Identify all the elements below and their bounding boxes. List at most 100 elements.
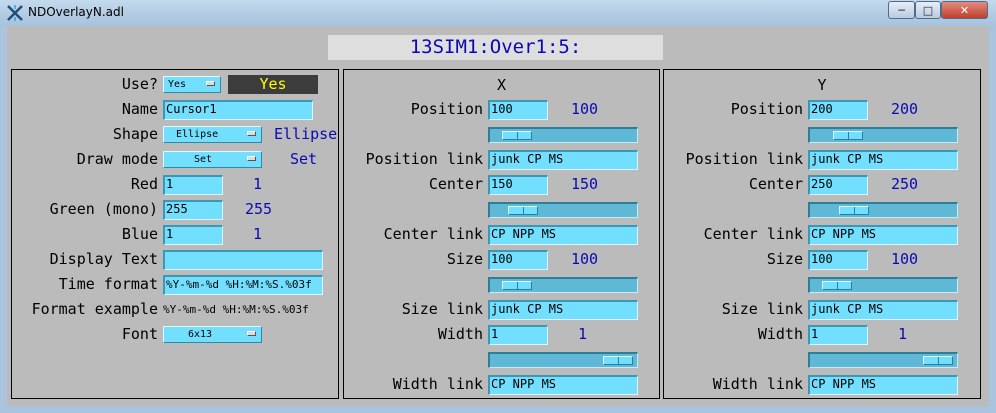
- x-width-link-label: Width link: [392, 375, 483, 393]
- display-text-label: Display Text: [49, 250, 158, 268]
- y-width-slider[interactable]: [808, 352, 958, 368]
- x-center-link-field[interactable]: CP NPP MS: [488, 225, 638, 245]
- maximize-button[interactable]: □: [915, 1, 941, 19]
- font-menu-value: 6x13: [188, 329, 213, 340]
- x-panel-title: X: [496, 76, 507, 94]
- menu-indicator-icon: [247, 156, 256, 161]
- y-center-slider[interactable]: [808, 202, 958, 218]
- red-field[interactable]: 1: [163, 175, 223, 195]
- menu-indicator-icon: [206, 81, 215, 86]
- x-position-link-field[interactable]: junk CP MS: [488, 150, 638, 170]
- y-size-field[interactable]: 100: [808, 250, 868, 270]
- y-size-readback: 100: [891, 250, 919, 268]
- x-position-link-label: Position link: [365, 150, 483, 168]
- window-title: NDOverlayN.adl: [28, 5, 124, 19]
- y-width-readback: 1: [898, 325, 908, 343]
- y-center-field[interactable]: 250: [808, 175, 868, 195]
- minimize-button[interactable]: ─: [888, 1, 915, 19]
- maximize-icon: □: [922, 3, 934, 17]
- shape-menu-value: Ellipse: [176, 129, 219, 140]
- y-size-slider[interactable]: [808, 277, 958, 293]
- time-format-label: Time format: [58, 275, 158, 293]
- slider-thumb[interactable]: [839, 206, 870, 215]
- use-menu[interactable]: Yes: [163, 76, 221, 93]
- y-center-link-label: Center link: [703, 225, 803, 243]
- y-width-link-field[interactable]: CP NPP MS: [808, 375, 958, 395]
- green-label: Green (mono): [49, 200, 158, 218]
- slider-thumb[interactable]: [507, 206, 538, 215]
- slider-thumb[interactable]: [501, 281, 532, 290]
- x-center-readback: 150: [571, 175, 599, 193]
- draw-mode-label: Draw mode: [76, 150, 158, 168]
- blue-field[interactable]: 1: [163, 225, 223, 245]
- menu-indicator-icon: [247, 131, 256, 136]
- window-titlebar[interactable]: NDOverlayN.adl ─ □ ✕: [0, 0, 996, 26]
- name-field[interactable]: Cursor1: [163, 100, 313, 120]
- x-width-slider[interactable]: [488, 352, 638, 368]
- x-center-label: Center: [428, 175, 483, 193]
- blue-label: Blue: [121, 225, 158, 243]
- x-size-link-field[interactable]: junk CP MS: [488, 300, 638, 320]
- green-field[interactable]: 255: [163, 200, 223, 220]
- slider-thumb[interactable]: [501, 131, 532, 140]
- slider-thumb[interactable]: [603, 356, 634, 365]
- shape-menu[interactable]: Ellipse: [163, 126, 262, 143]
- use-readback-box: Yes: [228, 75, 318, 94]
- y-position-link-label: Position link: [685, 150, 803, 168]
- x-size-slider[interactable]: [488, 277, 638, 293]
- y-position-label: Position: [730, 100, 803, 118]
- x-width-field[interactable]: 1: [488, 325, 548, 345]
- x-size-readback: 100: [571, 250, 599, 268]
- y-width-field[interactable]: 1: [808, 325, 868, 345]
- x-position-readback: 100: [571, 100, 599, 118]
- x-position-label: Position: [410, 100, 483, 118]
- format-example-value: %Y-%m-%d %H:%M:%S.%03f: [163, 303, 309, 316]
- y-position-readback: 200: [891, 100, 919, 118]
- minimize-icon: ─: [898, 3, 905, 17]
- app-icon: [7, 5, 23, 21]
- y-position-link-field[interactable]: junk CP MS: [808, 150, 958, 170]
- y-panel-title: Y: [817, 76, 827, 94]
- x-center-link-label: Center link: [383, 225, 483, 243]
- green-readback: 255: [245, 200, 273, 218]
- slider-thumb[interactable]: [923, 356, 954, 365]
- y-width-link-label: Width link: [712, 375, 803, 393]
- x-width-readback: 1: [578, 325, 588, 343]
- shape-label: Shape: [112, 125, 158, 143]
- y-position-slider[interactable]: [808, 127, 958, 143]
- x-position-slider[interactable]: [488, 127, 638, 143]
- close-icon: ✕: [959, 3, 970, 17]
- font-label: Font: [121, 325, 158, 343]
- x-center-field[interactable]: 150: [488, 175, 548, 195]
- y-position-field[interactable]: 200: [808, 100, 868, 120]
- draw-mode-readback: Set: [290, 150, 318, 168]
- y-size-link-label: Size link: [721, 300, 803, 318]
- display-area: 13SIM1:Over1:5: Use? Yes Yes Name Cursor…: [7, 26, 989, 406]
- x-size-field[interactable]: 100: [488, 250, 548, 270]
- pv-title-box: 13SIM1:Over1:5:: [328, 35, 663, 60]
- x-size-label: Size: [446, 250, 483, 268]
- format-example-label: Format example: [31, 300, 158, 318]
- draw-mode-menu[interactable]: Set: [163, 151, 262, 168]
- x-center-slider[interactable]: [488, 202, 638, 218]
- slider-thumb[interactable]: [833, 131, 864, 140]
- draw-mode-menu-value: Set: [194, 154, 213, 165]
- use-label: Use?: [121, 75, 158, 93]
- y-size-label: Size: [766, 250, 803, 268]
- y-width-label: Width: [757, 325, 803, 343]
- menu-indicator-icon: [247, 331, 256, 336]
- x-size-link-label: Size link: [401, 300, 483, 318]
- y-center-link-field[interactable]: CP NPP MS: [808, 225, 958, 245]
- use-menu-value: Yes: [168, 79, 187, 90]
- red-readback: 1: [253, 175, 263, 193]
- x-width-link-field[interactable]: CP NPP MS: [488, 375, 638, 395]
- font-menu[interactable]: 6x13: [163, 326, 262, 343]
- close-button[interactable]: ✕: [941, 1, 988, 19]
- blue-readback: 1: [253, 225, 263, 243]
- y-size-link-field[interactable]: junk CP MS: [808, 300, 958, 320]
- display-text-field[interactable]: [163, 250, 323, 270]
- x-position-field[interactable]: 100: [488, 100, 548, 120]
- time-format-field[interactable]: %Y-%m-%d %H:%M:%S.%03f: [163, 275, 323, 295]
- slider-thumb[interactable]: [821, 281, 852, 290]
- y-center-label: Center: [748, 175, 803, 193]
